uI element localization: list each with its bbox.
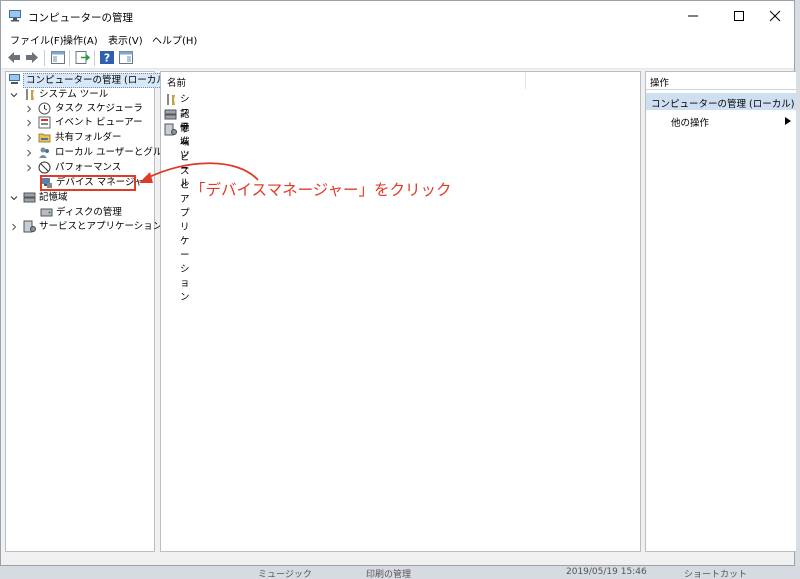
computer-management-window: コンピューターの管理 ファイル(F) 操作(A) 表示(V) ヘルプ(H) ? … [0,0,796,566]
event-viewer-icon [38,116,51,129]
toolbar-separator [94,50,95,66]
title-bar[interactable]: コンピューターの管理 [1,1,794,31]
column-name-label[interactable]: 名前 [167,75,186,89]
tools-icon [26,89,34,100]
background-item: 印刷の管理 [366,570,412,579]
column-divider[interactable] [525,72,526,89]
forward-arrow-icon[interactable] [24,50,40,65]
shared-folder-icon [38,133,51,143]
tree-item-local-users[interactable]: ローカル ユーザーとグループ [6,146,181,160]
column-header[interactable]: 名前 [161,72,640,89]
tree-item-system-tools[interactable]: システム ツール [6,88,154,102]
maximize-button[interactable] [719,1,759,31]
results-list-pane[interactable]: 名前 システム ツール 記憶域 サービスとアプリケーション [160,71,641,552]
toolbar-separator [44,50,45,66]
menu-action[interactable]: 操作(A) [63,32,98,47]
tree-item-root[interactable]: コンピューターの管理 (ローカル) [6,73,173,88]
background-type: ショートカット [684,570,748,579]
console-tree-pane[interactable]: コンピューターの管理 (ローカル) システム ツール タスク スケジューラ イベ… [5,71,181,552]
actions-section-computer-management[interactable]: コンピューターの管理 (ローカル) [646,93,796,110]
chevron-down-icon[interactable] [10,91,18,99]
tree-root-selection: コンピューターの管理 (ローカル) [23,73,173,88]
chevron-right-icon[interactable] [25,164,33,172]
storage-icon [23,192,36,203]
actions-header: 操作 [646,72,796,90]
background-window-strip: ミュージック 印刷の管理 2019/05/19 15:46 ショートカット [0,566,800,579]
tree-label: イベント ビューアー [55,117,143,128]
show-hide-action-pane-icon[interactable] [118,50,134,65]
clock-icon [38,102,51,115]
triangle-right-icon[interactable] [785,117,791,125]
help-icon[interactable]: ? [99,50,115,65]
menu-bar: ファイル(F) 操作(A) 表示(V) ヘルプ(H) [1,31,794,47]
tree-item-shared-folders[interactable]: 共有フォルダー [6,131,154,145]
chevron-right-icon[interactable] [25,134,33,142]
tree-label: タスク スケジューラ [55,103,143,114]
window-title: コンピューターの管理 [28,12,133,24]
disk-icon [40,208,53,217]
services-icon [164,123,177,136]
chevron-right-icon[interactable] [25,105,33,113]
menu-file[interactable]: ファイル(F) [10,32,64,47]
tree-item-event-viewer[interactable]: イベント ビューアー [6,116,154,130]
background-item: ミュージック [258,570,312,579]
storage-icon [164,109,177,120]
back-arrow-icon[interactable] [6,50,22,65]
annotation-text: 「デバイスマネージャー」をクリック [190,181,452,199]
content-area: コンピューターの管理 (ローカル) システム ツール タスク スケジューラ イベ… [1,69,796,565]
actions-section-label: コンピューターの管理 (ローカル) [651,99,795,110]
tree-label: 記憶域 [39,192,68,203]
users-icon [39,147,49,158]
tree-item-task-scheduler[interactable]: タスク スケジューラ [6,102,154,116]
chevron-right-icon[interactable] [25,149,33,157]
actions-header-label: 操作 [650,78,670,89]
svg-text:?: ? [104,52,110,65]
export-list-icon[interactable] [74,50,90,65]
tree-item-disk-management[interactable]: ディスクの管理 [6,206,154,220]
tree-label: サービスとアプリケーション [39,221,163,232]
close-button[interactable] [755,1,795,31]
tree-label: 共有フォルダー [55,132,122,143]
tree-item-performance[interactable]: パフォーマンス [6,161,154,175]
computer-management-icon [9,74,20,84]
other-actions-item[interactable]: 他の操作 [671,115,709,129]
background-date: 2019/05/19 15:46 [566,567,647,577]
device-manager-highlight-box [40,175,136,191]
chevron-right-icon[interactable] [10,223,18,231]
tree-item-storage[interactable]: 記憶域 [6,191,154,205]
tree-label: システム ツール [39,89,109,100]
minimize-button[interactable] [673,1,713,31]
list-item-label: サービスとアプリケーション [180,124,190,303]
chevron-down-icon[interactable] [10,194,18,202]
computer-management-icon [9,10,21,22]
tree-item-services-apps[interactable]: サービスとアプリケーション [6,220,162,234]
tree-label: パフォーマンス [55,162,122,173]
menu-view[interactable]: 表示(V) [108,32,143,47]
toolbar-separator [69,50,70,66]
menu-help[interactable]: ヘルプ(H) [152,32,197,47]
show-hide-console-tree-icon[interactable] [50,50,66,65]
chevron-right-icon[interactable] [25,119,33,127]
tree-label: コンピューターの管理 (ローカル) [26,75,170,86]
toolbar: ? [1,48,794,69]
performance-icon [38,161,51,174]
tree-label: ディスクの管理 [56,207,122,218]
actions-pane: 操作 コンピューターの管理 (ローカル) 他の操作 [645,71,796,552]
services-icon [23,220,36,233]
tools-icon [167,94,175,105]
